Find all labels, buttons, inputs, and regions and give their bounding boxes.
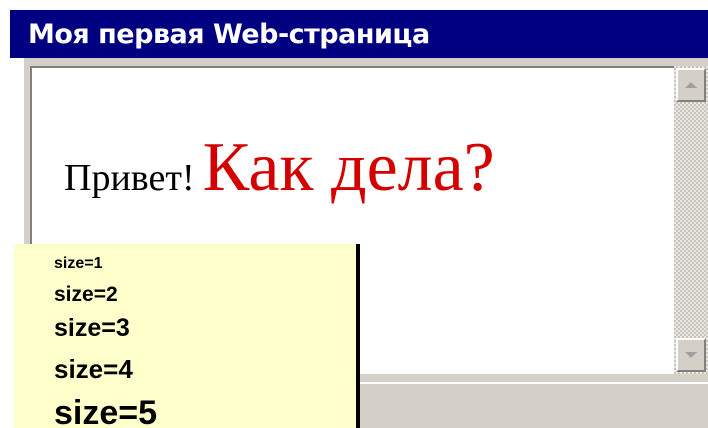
size-5-sample: size=5 [54,394,158,428]
vertical-scrollbar[interactable] [674,66,708,374]
scroll-down-button[interactable] [676,338,706,372]
size-3-sample: size=3 [54,314,130,342]
question-text: Как дела? [202,129,495,206]
screenshot-stage: Моя первая Web-страница Привет! Как дела?… [0,0,708,428]
greeting-text: Привет! [64,157,195,199]
arrow-up-icon [685,82,697,88]
arrow-down-icon [685,352,697,358]
page-content-line: Привет! Как дела? [64,128,495,208]
scroll-up-button[interactable] [676,68,706,102]
window-titlebar[interactable]: Моя первая Web-страница [10,10,708,58]
font-size-note: size=1 size=2 size=3 size=4 size=5 [14,244,360,428]
window-title: Моя первая Web-страница [28,18,430,50]
size-2-sample: size=2 [54,283,118,306]
size-1-sample: size=1 [54,255,103,272]
size-4-sample: size=4 [54,354,133,384]
